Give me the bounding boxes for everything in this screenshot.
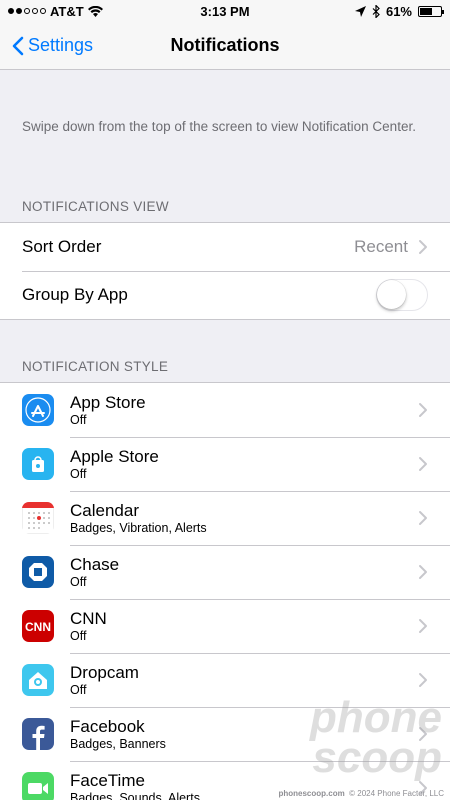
cnn-icon: CNN xyxy=(22,610,54,642)
notification-center-description: Swipe down from the top of the screen to… xyxy=(22,119,416,134)
app-text: Facebook Badges, Banners xyxy=(70,717,418,752)
app-text: Chase Off xyxy=(70,555,418,590)
app-row-cnn[interactable]: CNN CNN Off xyxy=(0,599,450,653)
chevron-left-icon xyxy=(12,36,24,55)
section-header-notifications-view: NOTIFICATIONS VIEW xyxy=(22,199,169,214)
status-right: 61% xyxy=(354,3,444,19)
toggle-knob xyxy=(377,280,406,309)
app-name: Calendar xyxy=(70,500,139,520)
status-bar: AT&T 3:13 PM 61% xyxy=(0,0,450,22)
app-row-dropcam[interactable]: Dropcam Off xyxy=(0,653,450,707)
app-status: Off xyxy=(70,628,87,643)
app-name: App Store xyxy=(70,392,146,412)
chevron-right-icon xyxy=(419,565,427,579)
app-name: Apple Store xyxy=(70,446,159,466)
sort-order-row[interactable]: Sort Order Recent xyxy=(0,223,450,271)
app-text: Apple Store Off xyxy=(70,447,418,482)
carrier-name: AT&T xyxy=(50,3,84,19)
notification-style-group: App Store Off Apple Store Off Calendar Badges… xyxy=(0,382,450,800)
battery-icon xyxy=(418,5,444,17)
app-name: CNN xyxy=(70,608,107,628)
app-name: Facebook xyxy=(70,716,145,736)
app-status: Off xyxy=(70,574,87,589)
status-left: AT&T xyxy=(8,4,103,19)
app-status: Off xyxy=(70,466,87,481)
dropcam-icon xyxy=(22,664,54,696)
calendar-icon xyxy=(22,502,54,534)
app-status: Off xyxy=(70,412,87,427)
app-name: FaceTime xyxy=(70,770,145,790)
app-row-facebook[interactable]: Facebook Badges, Banners xyxy=(0,707,450,761)
chevron-right-icon xyxy=(419,457,427,471)
notifications-view-group: Sort Order Recent Group By App xyxy=(0,222,450,320)
app-row-chase[interactable]: Chase Off xyxy=(0,545,450,599)
app-row-app-store[interactable]: App Store Off xyxy=(0,383,450,437)
group-by-app-toggle[interactable] xyxy=(376,279,428,311)
sort-order-value: Recent xyxy=(354,237,408,256)
back-label: Settings xyxy=(28,35,94,55)
app-status: Badges, Vibration, Alerts xyxy=(70,520,207,535)
app-text: CNN Off xyxy=(70,609,418,644)
battery-percent: 61% xyxy=(385,3,412,19)
group-by-app-label: Group By App xyxy=(22,285,128,304)
facebook-icon xyxy=(22,718,54,750)
chevron-right-icon xyxy=(419,403,427,417)
wifi-icon xyxy=(87,5,103,17)
facetime-icon xyxy=(22,772,54,800)
svg-text:CNN: CNN xyxy=(25,620,51,634)
sort-order-label: Sort Order xyxy=(22,237,102,256)
group-by-app-row: Group By App xyxy=(0,271,450,319)
location-arrow-icon xyxy=(354,5,366,17)
app-text: App Store Off xyxy=(70,393,418,428)
footer-credit: phonescoop.com © 2024 Phone Factor, LLC xyxy=(278,789,444,798)
chevron-right-icon xyxy=(419,727,427,741)
chevron-right-icon xyxy=(419,619,427,633)
chevron-right-icon xyxy=(419,511,427,525)
app-row-calendar[interactable]: Calendar Badges, Vibration, Alerts xyxy=(0,491,450,545)
app-row-apple-store[interactable]: Apple Store Off xyxy=(0,437,450,491)
bluetooth-icon xyxy=(372,4,380,18)
chevron-right-icon xyxy=(419,240,427,254)
app-name: Dropcam xyxy=(70,662,139,682)
signal-strength-icon xyxy=(8,8,46,14)
app-text: Calendar Badges, Vibration, Alerts xyxy=(70,501,418,536)
back-button[interactable]: Settings xyxy=(0,35,93,56)
apple-store-icon xyxy=(22,448,54,480)
chevron-right-icon xyxy=(419,673,427,687)
app-text: Dropcam Off xyxy=(70,663,418,698)
app-name: Chase xyxy=(70,554,120,574)
app-store-icon xyxy=(22,394,54,426)
app-status: Off xyxy=(70,682,87,697)
section-header-notification-style: NOTIFICATION STYLE xyxy=(22,359,169,374)
navigation-bar: Settings Notifications xyxy=(0,22,450,70)
chase-icon xyxy=(22,556,54,588)
app-status: Badges, Banners xyxy=(70,736,166,751)
